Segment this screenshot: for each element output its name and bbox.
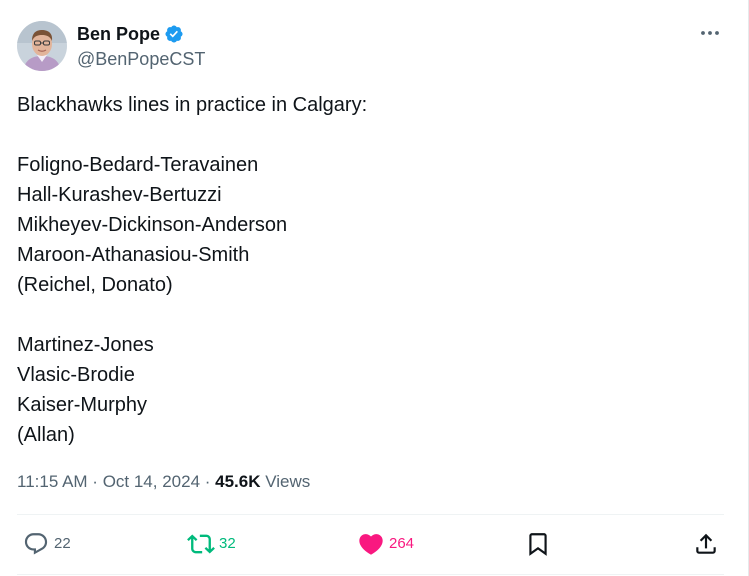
tweet-meta: 11:15 AM · Oct 14, 2024 · 45.6K Views bbox=[17, 470, 310, 494]
verified-badge-icon[interactable] bbox=[164, 24, 184, 44]
tweet-line: Vlasic-Brodie bbox=[17, 364, 135, 386]
tweet-line: Foligno-Bedard-Teravainen bbox=[17, 154, 259, 176]
tweet-line: Maroon-Athanasiou-Smith bbox=[17, 244, 250, 266]
repost-icon bbox=[187, 530, 215, 558]
meta-separator: · bbox=[87, 472, 103, 491]
more-horizontal-icon bbox=[701, 31, 719, 35]
divider bbox=[17, 514, 724, 515]
repost-count: 32 bbox=[219, 535, 236, 552]
author-handle[interactable]: @BenPopeCST bbox=[77, 49, 205, 69]
tweet-line: (Reichel, Donato) bbox=[17, 274, 173, 296]
avatar-image bbox=[17, 21, 67, 71]
name-row: Ben Pope bbox=[77, 24, 205, 44]
tweet-line: Blackhawks lines in practice in Calgary: bbox=[17, 94, 368, 116]
reply-icon bbox=[22, 530, 50, 558]
tweet-line: Mikheyev-Dickinson-Anderson bbox=[17, 214, 288, 236]
tweet-text: Blackhawks lines in practice in Calgary:… bbox=[17, 90, 717, 450]
more-options-button[interactable] bbox=[698, 23, 722, 43]
share-button[interactable] bbox=[692, 528, 720, 560]
reply-button[interactable]: 22 bbox=[22, 528, 71, 560]
tweet-line: (Allan) bbox=[17, 424, 75, 446]
heart-icon bbox=[357, 530, 385, 558]
tweet-line: Kaiser-Murphy bbox=[17, 394, 148, 416]
share-icon bbox=[692, 530, 720, 558]
meta-separator: · bbox=[200, 472, 216, 491]
like-count: 264 bbox=[389, 535, 415, 552]
like-button[interactable]: 264 bbox=[357, 528, 414, 560]
tweet-card: Ben Pope @BenPopeCST Blackhawks lines in… bbox=[0, 0, 749, 576]
divider bbox=[17, 574, 724, 575]
views-count[interactable]: 45.6K bbox=[215, 472, 260, 491]
tweet-header: Ben Pope @BenPopeCST bbox=[17, 21, 205, 71]
author-names: Ben Pope @BenPopeCST bbox=[77, 21, 205, 69]
action-bar: 22 32 264 bbox=[22, 528, 722, 560]
tweet-line: Martinez-Jones bbox=[17, 334, 154, 356]
avatar[interactable] bbox=[17, 21, 67, 71]
bookmark-button[interactable] bbox=[524, 528, 552, 560]
author-name[interactable]: Ben Pope bbox=[77, 24, 160, 44]
repost-button[interactable]: 32 bbox=[187, 528, 236, 560]
reply-count: 22 bbox=[54, 535, 71, 552]
bookmark-icon bbox=[524, 530, 552, 558]
views-label[interactable]: Views bbox=[261, 472, 310, 491]
tweet-date[interactable]: Oct 14, 2024 bbox=[103, 472, 200, 491]
tweet-time[interactable]: 11:15 AM bbox=[17, 472, 88, 491]
tweet-line: Hall-Kurashev-Bertuzzi bbox=[17, 184, 222, 206]
